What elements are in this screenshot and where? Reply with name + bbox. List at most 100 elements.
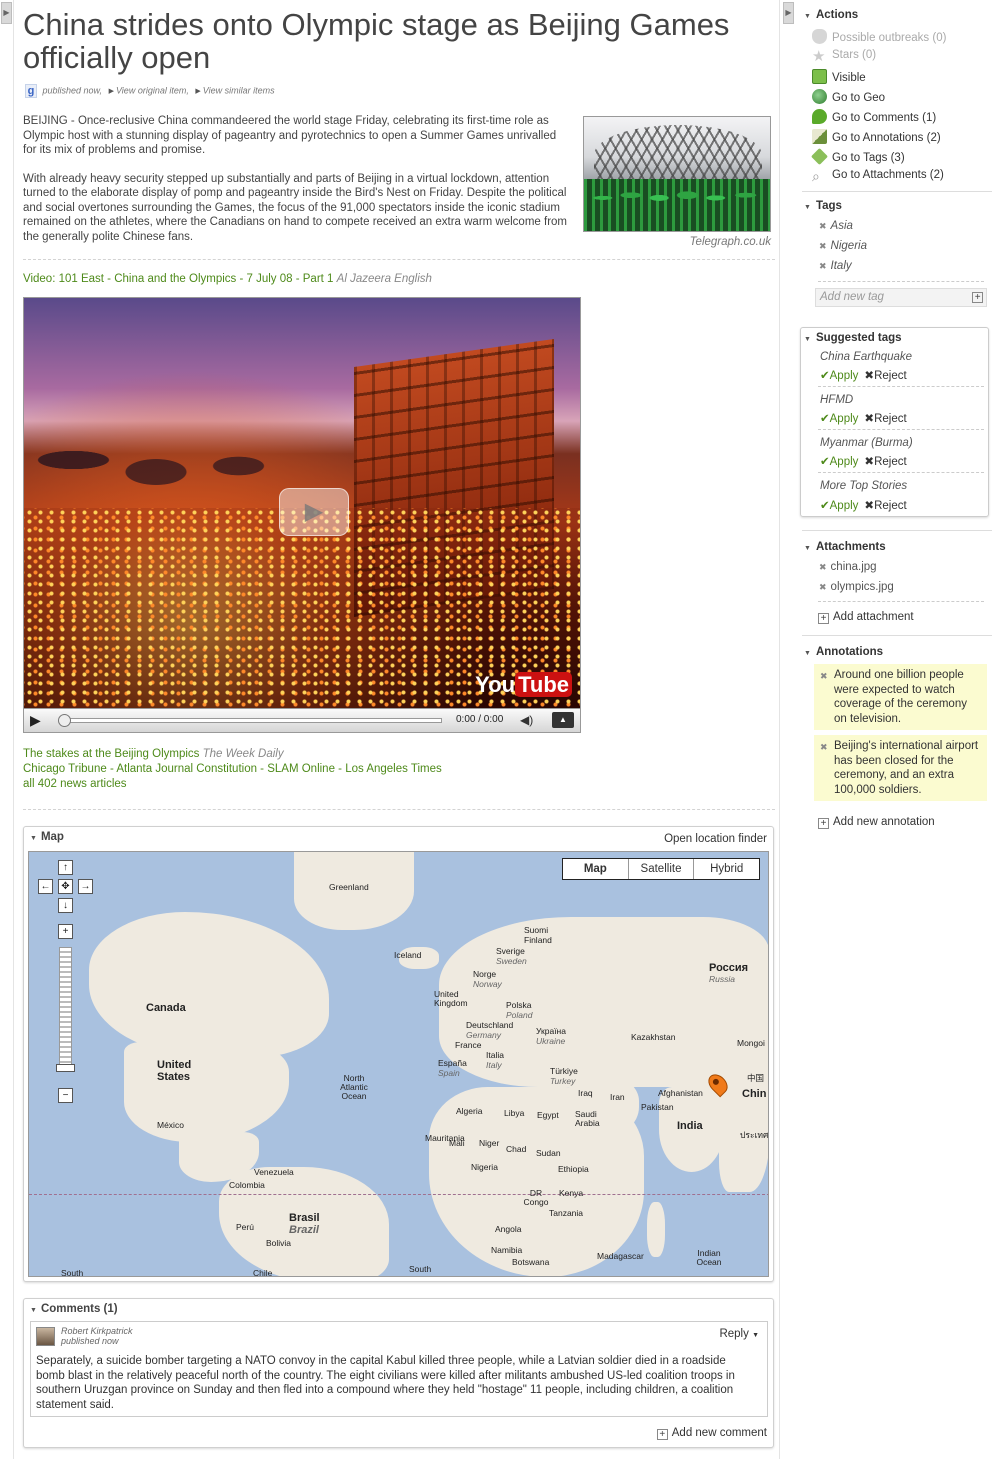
suggested-tags-header[interactable]: ▼ Suggested tags [804,332,902,344]
reject-button[interactable]: ✖Reject [864,370,906,382]
map-label-secondary: Finland [524,935,552,945]
reject-button[interactable]: ✖Reject [864,500,906,512]
go-to-comments-action[interactable]: Go to Comments (1) [812,109,936,124]
add-comment-button[interactable]: + Add new comment [656,1427,767,1440]
remove-icon[interactable]: ✖ [819,582,827,592]
map-label: Madagascar [597,1251,644,1261]
triangle-icon: ▶ [108,88,114,96]
tag-label: Asia [830,220,853,232]
add-tag-input[interactable]: Add new tag + [815,288,987,307]
comments-header[interactable]: ▼ Comments (1) [30,1303,118,1315]
remove-icon[interactable]: ✖ [820,740,828,755]
map-type-hybrid-button[interactable]: Hybrid [693,859,759,879]
map-label: España Spain [438,1058,467,1078]
add-attachment-button[interactable]: + Add attachment [818,611,914,624]
all-articles-link[interactable]: all 402 news articles [23,778,127,790]
map-label: Botswana [512,1257,550,1267]
attachment-item[interactable]: ✖ china.jpg [819,561,877,573]
map-label-primary: Norge [473,969,497,979]
go-to-annotations-action[interactable]: Go to Annotations (2) [812,129,941,144]
apply-button[interactable]: ✔Apply [820,456,858,468]
reject-button[interactable]: ✖Reject [864,413,906,425]
remove-icon[interactable]: ✖ [819,562,827,572]
attachments-header[interactable]: ▼ Attachments [804,541,886,553]
open-location-finder-link[interactable]: Open location finder [664,833,767,845]
map-label-primary: Sverige [496,946,525,956]
pan-down-icon[interactable]: ↓ [58,898,73,913]
map-label: Norge Norway [473,969,502,989]
comment-item: Robert Kirkpatrick published now Reply ▼… [30,1321,768,1417]
fullscreen-icon[interactable]: ▲ [552,712,574,728]
video-thumbnail[interactable]: ▶ You Tube [24,298,580,708]
map-header[interactable]: ▼ Map [30,831,64,843]
remove-icon[interactable]: ✖ [819,221,827,231]
map-type-satellite-button[interactable]: Satellite [627,859,694,879]
tag-item[interactable]: ✖ Asia [819,220,853,232]
volume-icon[interactable]: ◀) [520,713,533,727]
comment-meta: Robert Kirkpatrick published now [61,1326,133,1346]
tags-header[interactable]: ▼ Tags [804,200,842,212]
source-separator: - [256,763,268,775]
view-original-link[interactable]: View original item, [116,85,189,95]
pan-right-icon[interactable]: → [78,879,93,894]
remove-icon[interactable]: ✖ [819,261,827,271]
collapse-left-tab[interactable]: ▶ [1,2,12,24]
collapse-right-tab[interactable]: ▶ [783,2,794,24]
tag-item[interactable]: ✖ Nigeria [819,240,867,252]
apply-button[interactable]: ✔Apply [820,500,858,512]
reject-label: Reject [874,370,907,382]
visible-action[interactable]: Visible [812,69,866,84]
star-icon: ★ [812,48,826,65]
article-title: China strides onto Olympic stage as Beij… [23,7,730,75]
source-link[interactable]: Chicago Tribune [23,763,107,775]
plus-icon[interactable]: + [972,292,983,303]
tags-header-label: Tags [815,200,842,212]
view-similar-link[interactable]: View similar items [203,85,275,95]
reject-button[interactable]: ✖Reject [864,456,906,468]
go-to-tags-action[interactable]: Go to Tags (3) [811,148,905,165]
progress-bar[interactable] [64,718,442,723]
map-label: Mongoi [737,1038,765,1048]
map-type-map-button[interactable]: Map [563,859,628,879]
chevron-down-icon: ▼ [804,204,811,211]
map-label-primary: Deutschland [466,1020,514,1030]
map-label-secondary: Brazil [289,1224,319,1236]
remove-icon[interactable]: ✖ [819,241,827,251]
world-map[interactable]: Greenland Canada United States México Ve… [28,851,769,1277]
north-america-land [89,912,329,1057]
remove-icon[interactable]: ✖ [820,669,828,684]
shield-icon [812,29,827,44]
progress-handle[interactable] [58,714,71,727]
add-annotation-button[interactable]: + Add new annotation [818,816,935,829]
apply-button[interactable]: ✔Apply [820,370,858,382]
apply-button[interactable]: ✔Apply [820,413,858,425]
related-headline-link[interactable]: The stakes at the Beijing Olympics [23,748,199,760]
article-photo[interactable] [583,116,771,232]
pan-center-icon[interactable]: ✥ [58,879,73,894]
annotations-header[interactable]: ▼ Annotations [804,646,883,658]
go-to-attachments-action[interactable]: ⌕ Go to Attachments (2) [812,169,944,184]
chevron-down-icon: ▼ [804,336,811,343]
zoom-slider[interactable] [59,947,72,1069]
actions-header[interactable]: ▼ Actions [804,9,858,21]
video-player[interactable]: ▶ You Tube ▶ 0:00 / 0:00 ◀) ▲ [23,297,581,733]
comment-author[interactable]: Robert Kirkpatrick [61,1326,133,1336]
zoom-out-icon[interactable]: − [58,1088,73,1103]
source-link[interactable]: SLAM Online [267,763,335,775]
source-link[interactable]: Los Angeles Times [345,763,442,775]
source-link[interactable]: Atlanta Journal Constitution [116,763,257,775]
video-title-link[interactable]: Video: 101 East - China and the Olympics… [23,273,333,285]
zoom-in-icon[interactable]: + [58,924,73,939]
tag-item[interactable]: ✖ Italy [819,260,852,272]
go-to-geo-action[interactable]: Go to Geo [812,89,885,104]
pan-up-icon[interactable]: ↑ [58,860,73,875]
attachment-item[interactable]: ✖ olympics.jpg [819,581,894,593]
pan-left-icon[interactable]: ← [38,879,53,894]
zoom-slider-handle[interactable] [56,1064,75,1072]
play-icon[interactable]: ▶ [30,712,41,729]
chevron-down-icon: ▼ [30,835,37,842]
map-label-secondary: Turkey [550,1076,576,1086]
play-overlay-icon[interactable]: ▶ [279,488,349,536]
reply-button[interactable]: Reply ▼ [719,1328,759,1340]
map-label-secondary: Ukraine [536,1036,566,1046]
